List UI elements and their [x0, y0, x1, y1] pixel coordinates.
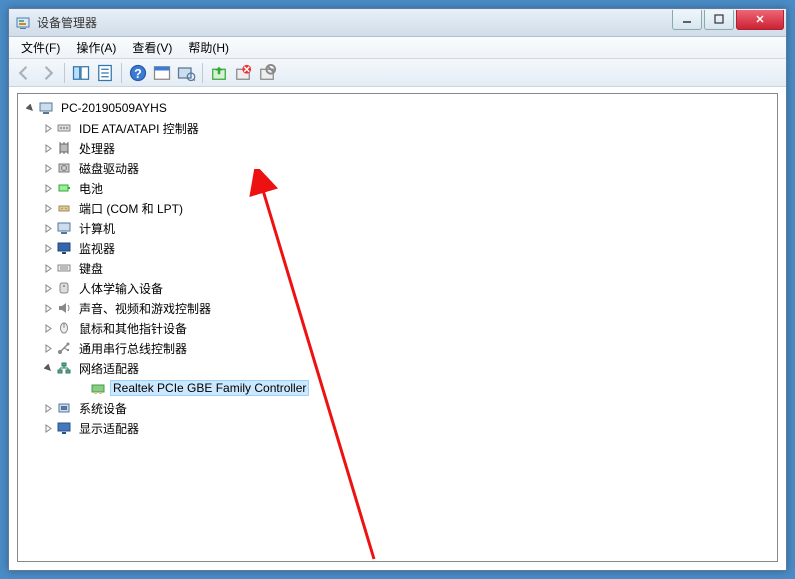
expander-icon[interactable]	[42, 202, 54, 214]
toolbar-separator	[64, 63, 65, 83]
node-label: 监视器	[76, 239, 118, 258]
forward-button	[37, 62, 59, 84]
tree-category[interactable]: 监视器	[20, 238, 775, 258]
network-icon	[56, 360, 72, 376]
tree-category[interactable]: 电池	[20, 178, 775, 198]
expander-icon[interactable]	[42, 142, 54, 154]
expander-icon[interactable]	[42, 302, 54, 314]
app-icon	[15, 15, 31, 31]
minimize-button[interactable]	[672, 10, 702, 30]
ide-icon	[56, 120, 72, 136]
node-label: 处理器	[76, 139, 118, 158]
keyboard-icon	[56, 260, 72, 276]
monitor-icon	[56, 240, 72, 256]
back-button	[13, 62, 35, 84]
tree-category[interactable]: 计算机	[20, 218, 775, 238]
computer-icon	[38, 100, 54, 116]
close-button[interactable]	[736, 10, 784, 30]
node-label: 网络适配器	[76, 359, 142, 378]
node-label: 键盘	[76, 259, 106, 278]
expander-icon[interactable]	[42, 162, 54, 174]
titlebar[interactable]: 设备管理器	[9, 9, 786, 37]
node-label: 人体学输入设备	[76, 279, 166, 298]
menu-help[interactable]: 帮助(H)	[180, 37, 237, 58]
menu-file[interactable]: 文件(F)	[13, 37, 68, 58]
expander-icon[interactable]	[42, 242, 54, 254]
sound-icon	[56, 300, 72, 316]
action-button[interactable]	[151, 62, 173, 84]
expander-icon[interactable]	[42, 422, 54, 434]
node-label: 鼠标和其他指针设备	[76, 319, 190, 338]
tree-category[interactable]: 磁盘驱动器	[20, 158, 775, 178]
node-label: 端口 (COM 和 LPT)	[76, 199, 186, 218]
svg-text:?: ?	[134, 67, 142, 81]
hid-icon	[56, 280, 72, 296]
tree-device[interactable]: Realtek PCIe GBE Family Controller	[20, 378, 775, 398]
expander-spacer	[76, 382, 88, 394]
toolbar-separator	[202, 63, 203, 83]
expander-icon[interactable]	[42, 342, 54, 354]
node-label: 磁盘驱动器	[76, 159, 142, 178]
expander-icon[interactable]	[42, 362, 54, 374]
expander-icon[interactable]	[42, 322, 54, 334]
tree-root[interactable]: PC-20190509AYHS	[20, 98, 775, 118]
port-icon	[56, 200, 72, 216]
tree-category[interactable]: 系统设备	[20, 398, 775, 418]
toolbar: ?	[9, 59, 786, 87]
display-icon	[56, 420, 72, 436]
disable-button[interactable]	[256, 62, 278, 84]
menu-action[interactable]: 操作(A)	[68, 37, 124, 58]
window-controls	[670, 10, 784, 30]
mouse-icon	[56, 320, 72, 336]
expander-icon[interactable]	[42, 182, 54, 194]
expander-icon[interactable]	[42, 122, 54, 134]
expander-icon[interactable]	[24, 102, 36, 114]
netcard-icon	[90, 380, 106, 396]
tree-category[interactable]: 处理器	[20, 138, 775, 158]
scan-button[interactable]	[175, 62, 197, 84]
expander-icon[interactable]	[42, 262, 54, 274]
battery-icon	[56, 180, 72, 196]
usb-icon	[56, 340, 72, 356]
tree-category[interactable]: IDE ATA/ATAPI 控制器	[20, 118, 775, 138]
menubar: 文件(F) 操作(A) 查看(V) 帮助(H)	[9, 37, 786, 59]
expander-icon[interactable]	[42, 282, 54, 294]
window-title: 设备管理器	[37, 14, 670, 31]
node-label: 计算机	[76, 219, 118, 238]
node-label: 电池	[76, 179, 106, 198]
tree-category[interactable]: 端口 (COM 和 LPT)	[20, 198, 775, 218]
menu-view[interactable]: 查看(V)	[124, 37, 180, 58]
show-hide-tree-button[interactable]	[70, 62, 92, 84]
cpu-icon	[56, 140, 72, 156]
tree-category[interactable]: 网络适配器	[20, 358, 775, 378]
node-label: IDE ATA/ATAPI 控制器	[76, 119, 202, 138]
expander-icon[interactable]	[42, 402, 54, 414]
computer-icon	[56, 220, 72, 236]
tree-category[interactable]: 显示适配器	[20, 418, 775, 438]
node-label: 系统设备	[76, 399, 130, 418]
node-label: PC-20190509AYHS	[58, 100, 170, 116]
tree-category[interactable]: 键盘	[20, 258, 775, 278]
tree-category[interactable]: 人体学输入设备	[20, 278, 775, 298]
update-driver-button[interactable]	[208, 62, 230, 84]
disk-icon	[56, 160, 72, 176]
help-button[interactable]: ?	[127, 62, 149, 84]
uninstall-button[interactable]	[232, 62, 254, 84]
maximize-button[interactable]	[704, 10, 734, 30]
device-manager-window: 设备管理器 文件(F) 操作(A) 查看(V) 帮助(H) ? PC-20190…	[8, 8, 787, 571]
properties-button[interactable]	[94, 62, 116, 84]
tree-category[interactable]: 声音、视频和游戏控制器	[20, 298, 775, 318]
node-label: Realtek PCIe GBE Family Controller	[110, 380, 309, 396]
node-label: 声音、视频和游戏控制器	[76, 299, 214, 318]
node-label: 显示适配器	[76, 419, 142, 438]
tree-category[interactable]: 鼠标和其他指针设备	[20, 318, 775, 338]
system-icon	[56, 400, 72, 416]
tree-pane[interactable]: PC-20190509AYHS IDE ATA/ATAPI 控制器处理器磁盘驱动器…	[17, 93, 778, 562]
expander-icon[interactable]	[42, 222, 54, 234]
tree-category[interactable]: 通用串行总线控制器	[20, 338, 775, 358]
node-label: 通用串行总线控制器	[76, 339, 190, 358]
toolbar-separator	[121, 63, 122, 83]
